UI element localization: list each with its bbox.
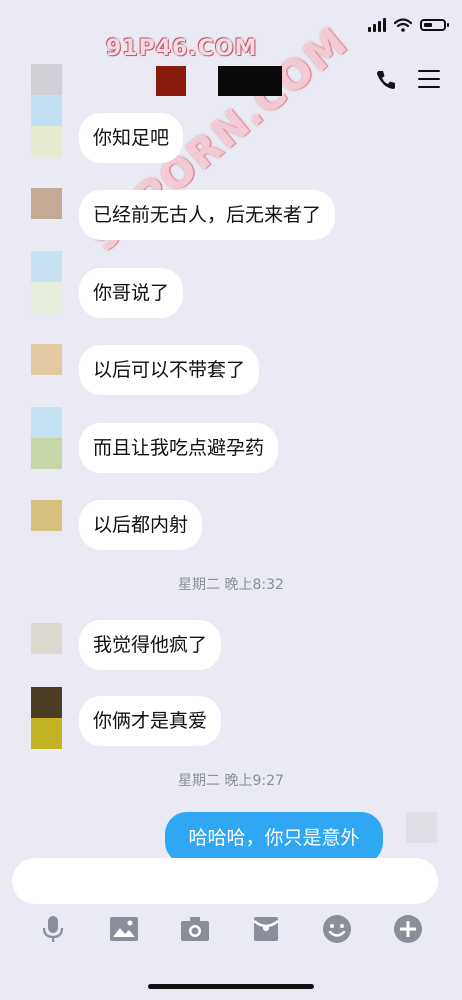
plus-icon[interactable] (391, 912, 425, 946)
status-icons (368, 18, 449, 32)
battery-icon (420, 19, 449, 31)
avatar[interactable] (31, 500, 62, 531)
avatar[interactable] (31, 251, 62, 313)
menu-icon[interactable] (418, 70, 440, 90)
phone-icon[interactable] (374, 68, 398, 92)
emoji-icon[interactable] (320, 912, 354, 946)
avatar[interactable] (31, 623, 62, 654)
camera-icon[interactable] (178, 912, 212, 946)
timestamp: 星期二 晚上9:27 (178, 773, 284, 789)
avatar[interactable] (31, 407, 62, 469)
input-toolbar (0, 912, 462, 952)
signal-icon (368, 18, 386, 32)
message-bubble[interactable]: 你知足吧 (79, 113, 184, 163)
outgoing-message-bubble[interactable]: 哈哈哈，你只是意外 (165, 812, 383, 864)
message-bubble[interactable]: 而且让我吃点避孕药 (79, 423, 279, 473)
message-bubble[interactable]: 你哥说了 (79, 268, 184, 318)
watermark-top: 91P46.COM (106, 36, 258, 61)
avatar[interactable] (31, 188, 62, 219)
message-bubble[interactable]: 我觉得他疯了 (79, 620, 222, 670)
own-avatar[interactable] (406, 812, 437, 843)
message-bubble[interactable]: 以后可以不带套了 (79, 345, 260, 395)
message-bubble[interactable]: 已经前无古人，后无来者了 (79, 190, 336, 240)
image-icon[interactable] (107, 912, 141, 946)
avatar[interactable] (31, 64, 62, 157)
message-bubble[interactable]: 你俩才是真爱 (79, 696, 222, 746)
red-packet-icon[interactable] (249, 912, 283, 946)
avatar[interactable] (31, 344, 62, 375)
wifi-icon (394, 18, 412, 32)
message-bubble[interactable]: 以后都内射 (79, 500, 203, 550)
avatar[interactable] (31, 687, 62, 749)
home-indicator[interactable] (148, 984, 314, 989)
censored-avatar (156, 66, 186, 96)
censored-name (218, 66, 282, 96)
message-input[interactable] (12, 858, 438, 904)
microphone-icon[interactable] (36, 912, 70, 946)
timestamp: 星期二 晚上8:32 (178, 577, 284, 593)
